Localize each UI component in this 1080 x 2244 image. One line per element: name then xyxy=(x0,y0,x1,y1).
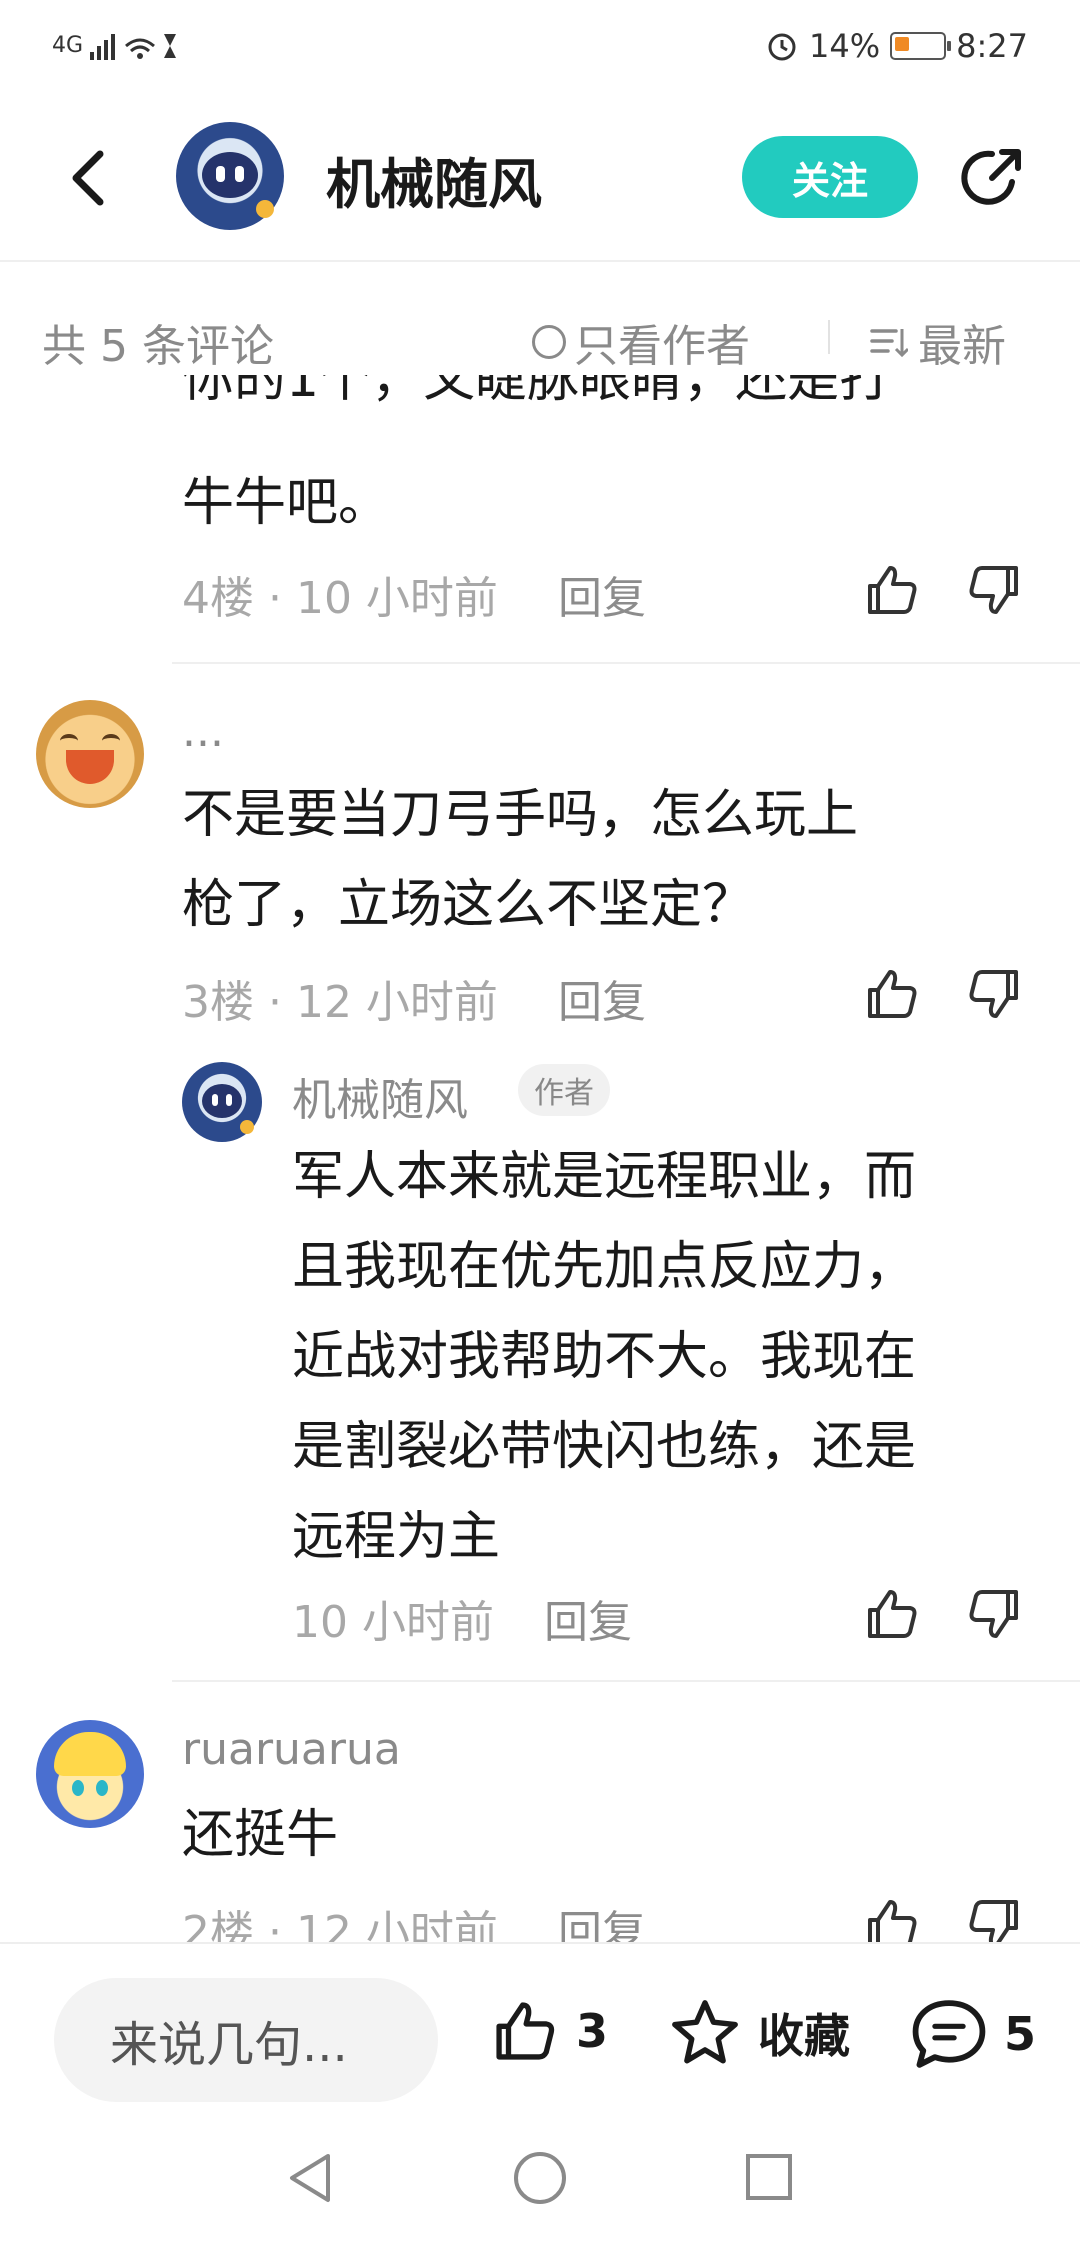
commenter-name[interactable]: ruaruarua xyxy=(182,1724,401,1775)
bottom-action-bar: 来说几句... 3 收藏 5 xyxy=(0,1942,1080,2104)
reply-text-line: 近战对我帮助不大。我现在 xyxy=(292,1327,917,1387)
reply-button[interactable]: 回复 xyxy=(544,1586,632,1650)
commenter-name[interactable]: ... xyxy=(182,706,224,757)
comment-input[interactable]: 来说几句... xyxy=(54,1978,438,2102)
reply-text-line: 军人本来就是远程职业，而 xyxy=(292,1147,917,1207)
commenter-avatar[interactable] xyxy=(36,700,144,808)
sort-label: 最新 xyxy=(918,321,1006,372)
reply-meta: 10 小时前 xyxy=(292,1597,494,1648)
star-icon xyxy=(672,2000,738,2064)
avatar-badge-dot xyxy=(256,200,274,218)
reply-button[interactable]: 回复 xyxy=(558,1896,646,1942)
signal-wifi-icon xyxy=(90,34,177,60)
status-right: 14% 8:27 xyxy=(765,26,1028,66)
comment-meta: 4楼 · 10 小时前 xyxy=(182,573,498,624)
comment-meta: 2楼 · 12 小时前 xyxy=(182,1907,498,1942)
like-icon[interactable] xyxy=(864,966,920,1022)
nav-recent-icon[interactable] xyxy=(744,2152,794,2202)
comment-count: 共 5 条评论 xyxy=(42,321,274,372)
avatar-eye xyxy=(102,734,120,748)
author-badge: 作者 xyxy=(518,1064,610,1116)
avatar-eye xyxy=(60,734,78,748)
like-icon[interactable] xyxy=(864,1896,920,1942)
battery-percent: 14% xyxy=(809,27,881,65)
comment-meta-row-clipped: 2楼 · 12 小时前 回复 xyxy=(0,1890,1080,1942)
comment-icon xyxy=(912,2000,986,2068)
dislike-icon[interactable] xyxy=(966,562,1022,618)
sort-toggle[interactable]: 最新 xyxy=(870,310,1006,374)
like-icon xyxy=(496,2002,555,2060)
system-nav-bar xyxy=(0,2104,1080,2244)
like-count: 3 xyxy=(576,2004,609,2058)
nav-home-icon[interactable] xyxy=(512,2150,568,2206)
avatar-eye xyxy=(72,1780,84,1796)
comment-action[interactable]: 5 xyxy=(910,1998,1036,2070)
back-icon[interactable] xyxy=(60,140,120,216)
reply-button[interactable]: 回复 xyxy=(558,562,646,626)
follow-button[interactable]: 关注 xyxy=(742,136,918,218)
dislike-icon[interactable] xyxy=(966,966,1022,1022)
avatar-hair xyxy=(54,1732,126,1776)
like-action[interactable]: 3 xyxy=(490,1998,608,2064)
top-app-bar: 机械随风 关注 xyxy=(0,96,1080,262)
signal-indicator: 4G xyxy=(52,28,180,64)
avatar-mouth xyxy=(66,750,114,784)
comment-text-line: 你的1个，又睫脉眼睛，还是打 xyxy=(182,375,892,409)
commenter-avatar[interactable] xyxy=(36,1720,144,1828)
author-avatar[interactable] xyxy=(176,122,284,230)
reply-text-line: 远程为主 xyxy=(292,1507,501,1567)
share-icon[interactable] xyxy=(956,142,1028,214)
reply-text-line: 是割裂必带快闪也练，还是 xyxy=(292,1417,917,1477)
comment-text-line: 枪了，立场这么不坚定？ xyxy=(182,875,755,935)
avatar-face xyxy=(202,1084,242,1118)
comment-divider xyxy=(172,1680,1080,1682)
sort-icon xyxy=(870,329,908,358)
reply-author-name[interactable]: 机械随风 xyxy=(292,1064,468,1128)
reply-button[interactable]: 回复 xyxy=(558,966,646,1030)
clock: 8:27 xyxy=(956,27,1028,65)
network-type: 4G xyxy=(52,33,84,58)
reply-author-avatar[interactable] xyxy=(182,1062,262,1142)
avatar-badge-dot xyxy=(240,1120,254,1134)
comment-text-line: 不是要当刀弓手吗，怎么玩上 xyxy=(182,785,859,845)
dislike-icon[interactable] xyxy=(966,1586,1022,1642)
author-name[interactable]: 机械随风 xyxy=(326,140,542,219)
comment-text: 牛牛吧。 xyxy=(182,473,391,533)
comment-count-bottom: 5 xyxy=(1004,2007,1037,2061)
reply-text-line: 且我现在优先加点反应力， xyxy=(292,1237,917,1297)
battery-icon xyxy=(890,32,952,60)
dislike-icon[interactable] xyxy=(966,1896,1022,1942)
comment-meta: 3楼 · 12 小时前 xyxy=(182,977,498,1028)
like-icon[interactable] xyxy=(864,562,920,618)
radio-icon[interactable] xyxy=(532,325,566,359)
divider xyxy=(828,320,830,354)
comment-text: 还挺牛 xyxy=(182,1805,339,1865)
author-only-toggle[interactable]: 只看作者 xyxy=(532,310,750,374)
collect-label: 收藏 xyxy=(758,2009,850,2063)
nav-back-icon[interactable] xyxy=(284,2150,336,2206)
comment-text-partial: 你的1个，又睫脉眼睛，还是打 xyxy=(182,375,891,425)
comment-divider xyxy=(172,662,1080,664)
author-only-label: 只看作者 xyxy=(574,321,750,372)
avatar-face xyxy=(202,152,258,198)
alarm-icon xyxy=(768,33,796,61)
collect-action[interactable]: 收藏 xyxy=(668,1998,850,2068)
status-bar: 4G 14% 8:27 xyxy=(0,0,1080,96)
like-icon[interactable] xyxy=(864,1586,920,1642)
avatar-eye xyxy=(96,1780,108,1796)
